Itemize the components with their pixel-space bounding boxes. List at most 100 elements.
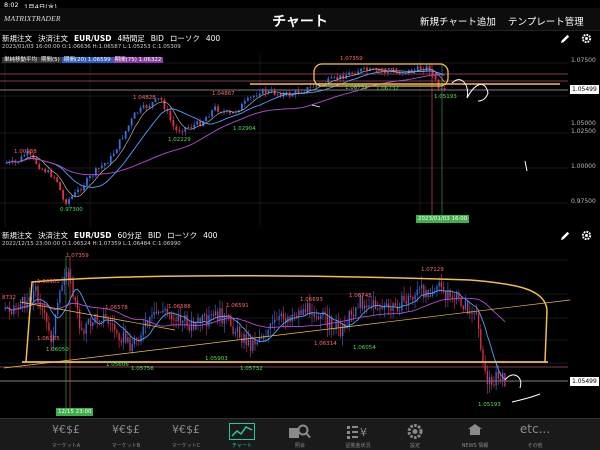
bottom-chart-kind-select[interactable]: ローソク (167, 230, 197, 241)
candle-body (221, 308, 223, 324)
top-side-select[interactable]: BID (151, 34, 164, 43)
candle-body (48, 322, 50, 331)
bottom-settle-order-button[interactable]: 決済注文 (38, 230, 68, 241)
candle-body (68, 198, 70, 205)
pencil-icon[interactable] (560, 230, 571, 241)
bottom-timeframe-select[interactable]: 60分足 (117, 230, 142, 241)
tab-news[interactable]: NEWS 情報 (445, 419, 505, 450)
top-count-select[interactable]: 400 (206, 34, 220, 43)
candle-body (287, 316, 289, 323)
bottom-chart-header: 新規注文 決済注文 EUR/USD 60分足 BID ローソク 400 2022… (0, 228, 600, 250)
candle-body (71, 196, 73, 199)
bottom-symbol-select[interactable]: EUR/USD (74, 231, 111, 240)
gear-icon[interactable] (581, 230, 592, 241)
candle-body (149, 316, 151, 326)
candle-body (401, 295, 403, 311)
candle-body (486, 371, 489, 385)
candle-body (151, 101, 154, 106)
tab-market-b[interactable]: ¥€$£ マーケットB (96, 419, 156, 450)
candle-body (184, 315, 186, 321)
candle-body (460, 297, 462, 306)
candle-body (43, 310, 46, 313)
news-icon (468, 424, 482, 435)
candle-body (350, 310, 353, 315)
pencil-icon[interactable] (560, 33, 571, 44)
top-chart[interactable]: 単純移動平均 期間(5) 期間(20) 1.06599 期間(75) 1.06322 … (0, 53, 600, 227)
candle-body (488, 376, 491, 385)
candle-body (273, 90, 276, 95)
top-timeframe-select[interactable]: 4時間足 (117, 33, 144, 44)
candle-body (177, 315, 179, 322)
currency-icon: ¥€$£ (172, 423, 200, 436)
candle-body (131, 343, 133, 352)
top-settle-order-button[interactable]: 決済注文 (38, 33, 68, 44)
candle-body (63, 276, 65, 286)
top-symbol-select[interactable]: EUR/USD (74, 34, 111, 43)
tab-market-c[interactable]: ¥€$£ マーケットC (156, 419, 216, 450)
bottom-chart[interactable]: 1.05499 12/15 23:00 1.07359 1.06983 1.06… (0, 250, 600, 416)
candle-body (23, 155, 26, 157)
candle-body (298, 310, 300, 318)
bottom-side-select[interactable]: BID (148, 231, 161, 240)
candle-body (348, 310, 350, 327)
top-y-tick: 1.05000 (571, 120, 596, 127)
candle-body (65, 199, 67, 205)
top-chart-canvas[interactable] (0, 53, 600, 227)
candle-body (366, 67, 368, 71)
new-chart-button[interactable]: 新規チャート追加 (420, 14, 496, 28)
tab-label: 設定 (409, 443, 420, 449)
candle-body (348, 72, 351, 76)
candle-body (278, 316, 280, 321)
bottom-count-select[interactable]: 400 (203, 231, 217, 240)
candle-body (300, 310, 302, 315)
candle-body (342, 323, 344, 337)
candle-body (74, 192, 76, 197)
candle-body (390, 308, 392, 311)
candle-body (243, 334, 245, 343)
template-manage-button[interactable]: テンプレート管理 (508, 14, 584, 28)
candle-body (440, 88, 443, 89)
candle-body (360, 68, 362, 72)
candle-body (497, 372, 499, 379)
candle-body (78, 309, 81, 329)
tab-chart[interactable]: チャート (212, 419, 272, 450)
candle-body (190, 127, 193, 128)
candle-body (175, 126, 178, 131)
top-chart-kind-select[interactable]: ローソク (170, 33, 200, 44)
candle-body (480, 329, 482, 350)
tab-market-a[interactable]: ¥€$£ マーケットA (36, 419, 96, 450)
candle-body (269, 323, 271, 330)
tab-settings[interactable]: 設定 (385, 419, 445, 450)
candle-body (157, 311, 160, 314)
bottom-new-order-button[interactable]: 新規注文 (2, 230, 32, 241)
candle-body (385, 303, 388, 306)
candle-body (247, 339, 250, 346)
candle-body (116, 329, 118, 334)
candle-body (96, 314, 98, 322)
candle-body (211, 110, 213, 117)
candle-body (169, 111, 172, 120)
candle-body (293, 314, 296, 317)
candle-body (103, 314, 105, 322)
tab-margin-status[interactable]: ¥ 証拠金状況 (328, 419, 388, 450)
bottom-chart-canvas[interactable] (0, 250, 600, 416)
candle-body (15, 305, 17, 307)
tab-other[interactable]: etc... その他 (505, 419, 565, 450)
candle-body (255, 95, 258, 97)
candle-body (219, 308, 221, 321)
candle-body (151, 314, 153, 317)
candle-body (232, 326, 234, 334)
top-marker: 1.07359 (340, 56, 363, 62)
candle-body (187, 127, 190, 128)
tab-inquiry[interactable]: 照会 (270, 419, 330, 450)
bottom-marker-high: 8732 (2, 295, 16, 301)
candle-body (160, 311, 162, 313)
more-icon: etc... (519, 422, 551, 436)
candle-body (142, 105, 145, 108)
gear-icon[interactable] (581, 33, 592, 44)
candle-body (74, 296, 76, 301)
top-new-order-button[interactable]: 新規注文 (2, 33, 32, 44)
bottom-marker-low: 1.06054 (353, 345, 376, 351)
tab-label: NEWS 情報 (461, 443, 489, 449)
candle-body (401, 73, 404, 75)
